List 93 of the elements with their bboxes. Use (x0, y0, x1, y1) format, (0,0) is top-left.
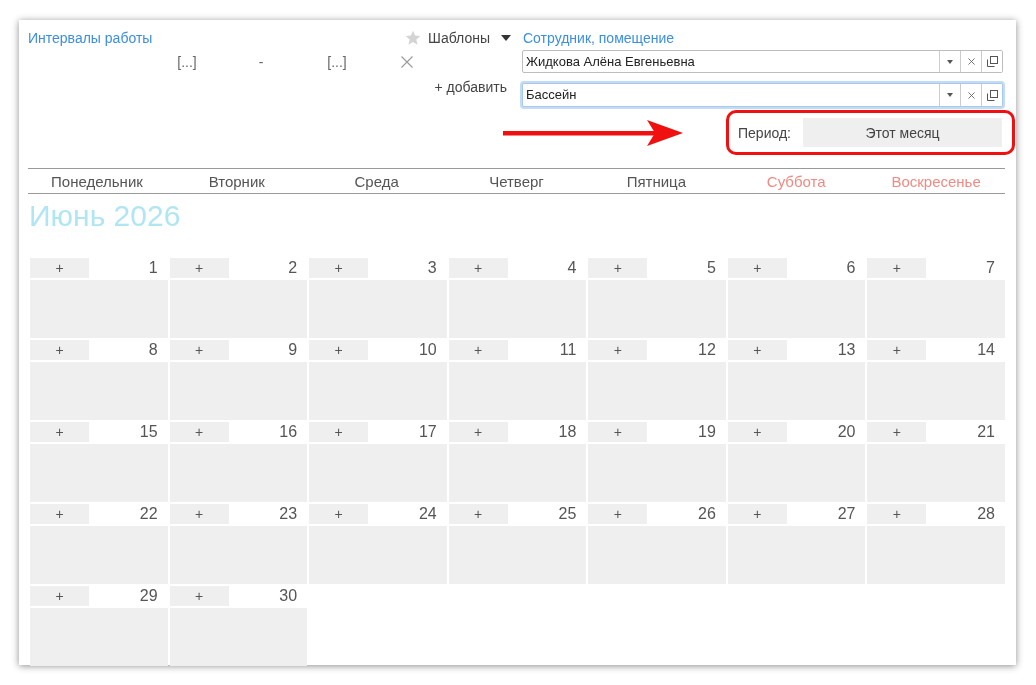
day-number: 23 (278, 505, 299, 523)
add-button[interactable]: + (309, 258, 369, 278)
add-button[interactable]: + (169, 340, 229, 360)
day-number: 10 (417, 341, 438, 359)
day-number: 5 (705, 259, 717, 277)
close-icon (401, 56, 413, 68)
close-icon (967, 58, 975, 65)
day-number: 2 (287, 259, 299, 277)
caret-icon (947, 59, 953, 64)
day-cell[interactable] (30, 608, 168, 666)
section-title: Сотрудник, помещение (522, 30, 676, 46)
day-number: 1 (147, 259, 159, 277)
add-button[interactable]: + (169, 422, 229, 442)
day-cell[interactable] (169, 608, 308, 666)
period-button[interactable]: Этот месяц (803, 118, 1002, 147)
day-number: 13 (836, 341, 857, 359)
add-button[interactable]: + (867, 504, 927, 524)
day-number: 28 (976, 505, 996, 523)
day-number: 3 (426, 259, 438, 277)
open-button[interactable] (981, 51, 1002, 72)
day-number: 4 (566, 259, 578, 277)
weekday-label: Понедельник (50, 172, 144, 190)
day-number: 12 (697, 341, 717, 359)
select-field[interactable]: Жидкова Алёна Евгеньевна (522, 50, 1003, 73)
day-number: 22 (138, 505, 159, 523)
day-number: 7 (985, 259, 996, 277)
templates-button[interactable]: Шаблоны (405, 30, 511, 46)
end-time-link[interactable]: [...] (307, 54, 367, 70)
add-button[interactable]: + (448, 422, 508, 442)
day-number: 21 (976, 423, 996, 441)
day-number: 27 (836, 505, 857, 523)
range-separator: - (257, 54, 265, 70)
remove-interval-button[interactable] (401, 56, 413, 68)
close-icon (967, 91, 975, 99)
add-button[interactable]: + (867, 422, 927, 442)
select-field[interactable]: Бассейн (522, 83, 1003, 107)
add-interval-link[interactable]: + добавить (434, 79, 507, 95)
weekday-label: Пятница (625, 172, 688, 190)
add-button[interactable]: + (727, 258, 787, 278)
day-number: 20 (836, 423, 857, 441)
add-button[interactable]: + (867, 340, 927, 360)
day-number: 29 (138, 587, 159, 605)
add-button[interactable]: + (30, 258, 89, 278)
add-button[interactable]: + (727, 504, 787, 524)
add-button[interactable]: + (727, 340, 787, 360)
add-button[interactable]: + (309, 504, 369, 524)
day-number: 18 (557, 423, 578, 441)
day-number: 15 (138, 423, 159, 441)
add-button[interactable]: + (448, 340, 508, 360)
day-number: 14 (976, 341, 996, 359)
day-number: 9 (287, 341, 299, 359)
weekday-label: Воскресенье (890, 172, 982, 190)
add-button[interactable]: + (448, 504, 508, 524)
add-button[interactable]: + (588, 258, 648, 278)
add-button[interactable]: + (448, 258, 508, 278)
add-button[interactable]: + (169, 258, 229, 278)
add-button[interactable]: + (309, 422, 369, 442)
window-icon (986, 89, 998, 101)
day-number: 6 (845, 259, 857, 277)
weekday-label: Четверг (488, 172, 545, 190)
day-number: 16 (278, 423, 299, 441)
add-button[interactable]: + (169, 586, 229, 606)
day-number: 11 (558, 341, 578, 359)
star-icon (405, 30, 422, 46)
period-label: Период: (738, 124, 792, 141)
add-button[interactable]: + (30, 504, 89, 524)
add-button[interactable]: + (30, 422, 89, 442)
start-time-link[interactable]: [...] (157, 54, 217, 70)
weekday-label: Суббота (765, 172, 827, 190)
add-button[interactable]: + (309, 340, 369, 360)
open-button[interactable] (981, 84, 1002, 106)
add-button[interactable]: + (588, 504, 648, 524)
caret-icon (501, 35, 511, 41)
add-button[interactable]: + (30, 340, 89, 360)
day-number: 17 (417, 423, 438, 441)
day-number: 26 (697, 505, 717, 523)
add-button[interactable]: + (30, 586, 89, 606)
section-title: Интервалы работы (28, 30, 153, 46)
weekday-label: Среда (353, 172, 400, 190)
add-button[interactable]: + (588, 422, 648, 442)
add-button[interactable]: + (169, 504, 229, 524)
add-button[interactable]: + (727, 422, 787, 442)
day-number: 8 (147, 341, 159, 359)
day-number: 30 (278, 587, 299, 605)
add-button[interactable]: + (867, 258, 927, 278)
day-number: 24 (417, 505, 438, 523)
day-number: 19 (697, 423, 717, 441)
day-number: 25 (557, 505, 578, 523)
weekday-label: Вторник (207, 172, 266, 190)
add-button[interactable]: + (588, 340, 648, 360)
caret-icon (947, 93, 953, 97)
month-title: Июнь 2026 (28, 199, 182, 233)
window-icon (986, 56, 998, 67)
